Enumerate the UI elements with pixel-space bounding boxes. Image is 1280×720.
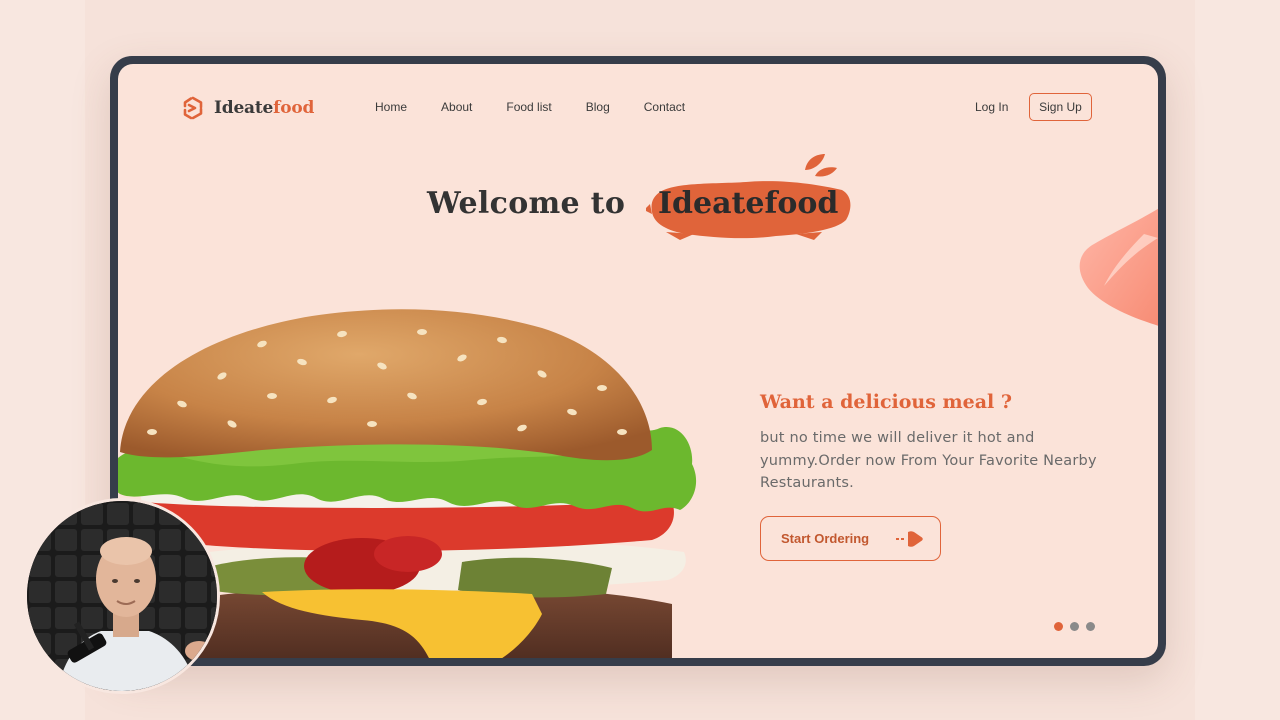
carousel-dot[interactable] [1070,622,1079,631]
nav-food-list[interactable]: Food list [506,100,551,114]
carousel-dot[interactable] [1086,622,1095,631]
hero-description: but no time we will deliver it hot and y… [760,430,1097,491]
login-link[interactable]: Log In [975,100,1008,114]
hero-brand-text: Ideatefood [658,186,839,221]
decorative-sweet-shape [1079,208,1158,326]
website-screen: Ideatefood Home About Food list Blog Con… [118,64,1158,658]
start-ordering-button[interactable]: Start Ordering [760,516,941,561]
nav-home[interactable]: Home [375,100,407,114]
start-ordering-label: Start Ordering [781,531,870,546]
carousel-dots [1054,622,1095,631]
hero-welcome-text: Welcome to [427,186,626,221]
play-arrow-icon [896,531,923,547]
signup-button[interactable]: Sign Up [1029,93,1092,121]
nav-contact[interactable]: Contact [644,100,685,114]
device-frame: Ideatefood Home About Food list Blog Con… [110,56,1166,666]
main-nav: Home About Food list Blog Contact [375,100,719,114]
presenter-webcam [24,498,220,694]
presenter-image [27,501,217,691]
brand-name: Ideatefood [214,98,315,118]
logo-mark-icon [183,96,203,120]
brand-logo[interactable]: Ideatefood [180,95,314,121]
leaf-icon [805,154,837,177]
nav-blog[interactable]: Blog [586,100,610,114]
hero-headline: Want a delicious meal ? [760,391,1012,413]
carousel-dot[interactable] [1054,622,1063,631]
nav-about[interactable]: About [441,100,472,114]
